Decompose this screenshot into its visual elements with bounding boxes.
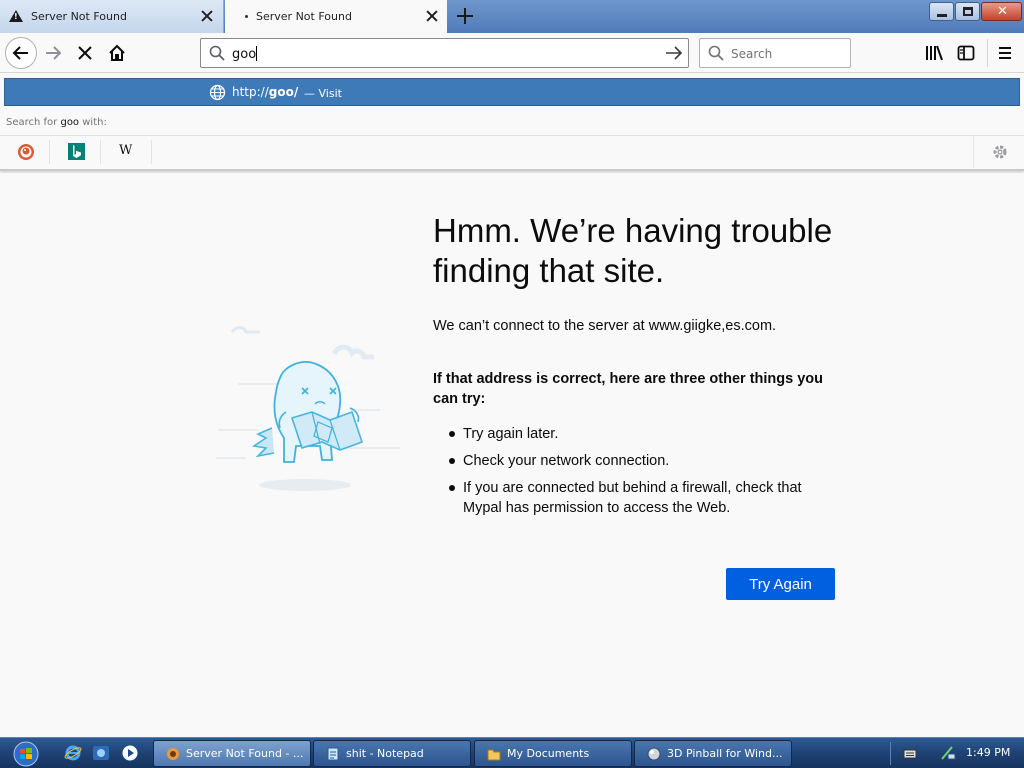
taskbar-clock: 1:49 PM [966,746,1011,759]
task-pinball[interactable]: 3D Pinball for Wind... [634,740,792,767]
media-player-icon[interactable] [121,744,139,762]
taskbar: Server Not Found - ... shit - Notepad My… [0,737,1024,768]
new-tab-plus-icon[interactable] [457,8,473,24]
arrow-left-icon [12,46,28,60]
sad-dino-illustration [216,326,400,491]
task-label: Server Not Found - ... [186,747,304,760]
go-arrow-icon[interactable] [665,45,683,61]
browser-icon [167,748,179,760]
stop-x-icon[interactable] [77,45,93,61]
warning-icon [9,10,23,22]
bing-icon [68,143,85,160]
close-icon[interactable] [200,9,214,23]
explorer-icon[interactable] [92,744,110,762]
engine-bing[interactable] [51,140,101,164]
close-icon[interactable] [425,9,439,23]
error-page: Hmm. We’re having trouble finding that s… [0,173,1024,737]
home-icon[interactable] [108,44,126,62]
search-icon [708,45,724,61]
try-again-button[interactable]: Try Again [726,568,835,600]
back-button[interactable] [5,37,37,69]
forward-arrow-icon[interactable] [44,44,62,62]
library-icon[interactable] [925,44,943,62]
gear-icon [993,145,1007,159]
close-window-button[interactable]: ✕ [981,2,1022,21]
notepad-icon [327,747,339,761]
tab-strip: Server Not Found Server Not Found ✕ [0,0,1024,33]
url-dropdown-popup: http://goo/ — Visit Search for goo with:… [0,73,1024,171]
sidebar-icon[interactable] [957,44,975,62]
list-item: Try again later. [449,424,844,444]
hamburger-menu-icon[interactable] [997,45,1013,61]
task-my-documents[interactable]: My Documents [474,740,632,767]
error-suggestions-heading: If that address is correct, here are thr… [433,371,823,407]
loading-dot-icon [245,15,248,18]
tab-title: Server Not Found [256,10,352,23]
error-description: We can’t connect to the server at www.gi… [433,318,777,334]
error-title: Hmm. We’re having trouble finding that s… [433,212,833,289]
minimize-button[interactable] [929,2,954,21]
url-input[interactable]: goo [232,46,258,62]
duckduckgo-icon [18,144,34,160]
task-label: shit - Notepad [346,747,424,760]
maximize-button[interactable] [955,2,980,21]
suggestion-visit-label: — Visit [304,87,342,100]
url-bar[interactable]: goo [200,38,689,68]
toolbar-separator [987,39,988,67]
search-placeholder[interactable]: Search [731,47,772,61]
suggestion-url: http://goo/ [232,85,299,99]
task-label: 3D Pinball for Wind... [667,747,783,760]
pinball-icon [647,747,661,761]
list-item: Check your network connection. [449,451,844,471]
engine-duckduckgo[interactable] [0,140,50,164]
list-item: If you are connected but behind a firewa… [449,478,844,518]
keyboard-icon[interactable] [903,746,917,760]
visit-suggestion-row[interactable]: http://goo/ — Visit [4,78,1020,106]
task-notepad[interactable]: shit - Notepad [313,740,471,767]
navigation-toolbar: goo Search [0,33,1024,73]
search-bar[interactable]: Search [699,38,851,68]
tray-separator [890,742,891,765]
search-engines-row: W [0,135,1024,168]
globe-icon [209,84,226,101]
search-with-label: Search for goo with: [6,117,107,128]
tab-server-not-found-2[interactable]: Server Not Found [225,0,447,33]
folder-icon [487,749,501,761]
network-icon[interactable] [940,745,956,761]
tab-title: Server Not Found [31,10,127,23]
windows-start-orb-icon[interactable] [4,739,46,768]
internet-explorer-icon[interactable] [64,744,82,762]
search-icon [209,45,225,61]
wikipedia-icon: W [119,143,133,158]
task-browser[interactable]: Server Not Found - ... [153,740,311,767]
tab-server-not-found-1[interactable]: Server Not Found [0,0,224,33]
engine-wikipedia[interactable]: W [102,140,152,164]
search-settings-button[interactable] [973,136,1024,168]
error-suggestions-list: Try again later. Check your network conn… [449,424,844,525]
task-label: My Documents [507,747,590,760]
